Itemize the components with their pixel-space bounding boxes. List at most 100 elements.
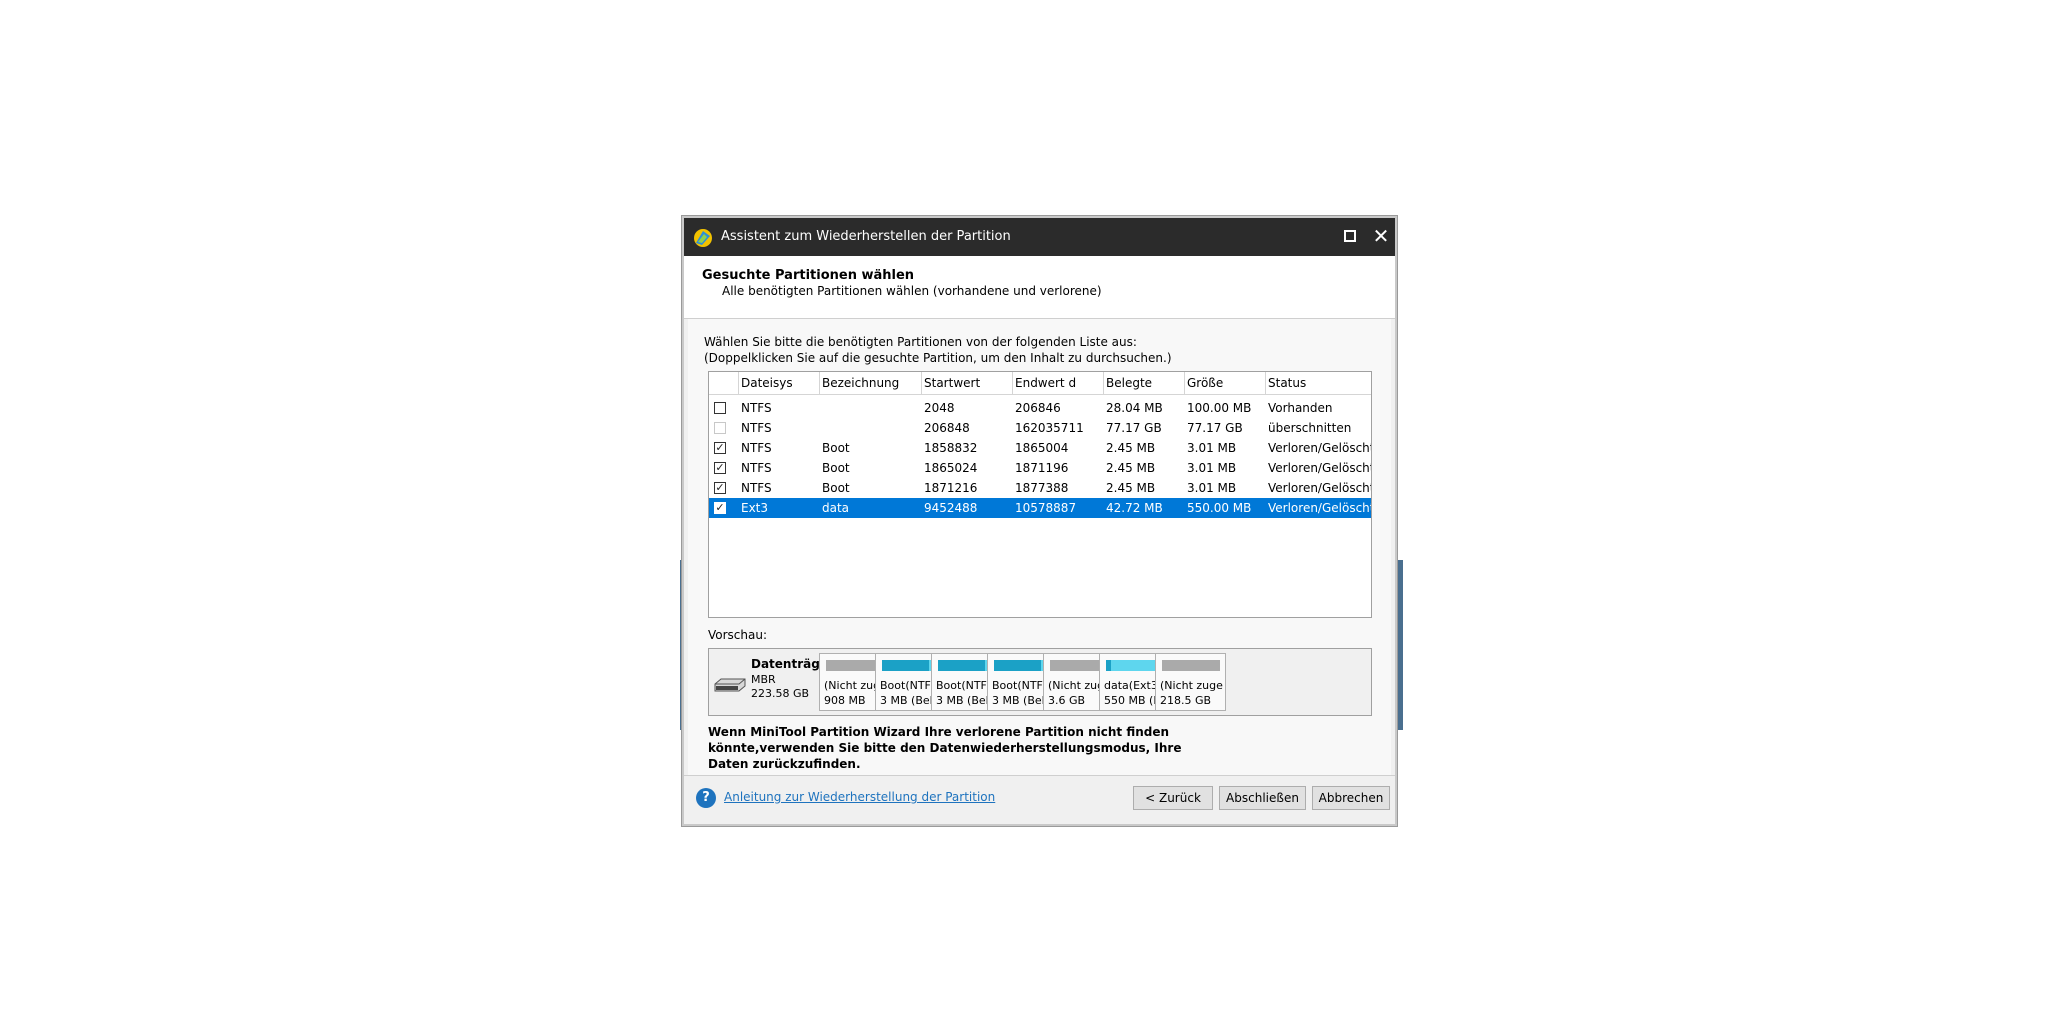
table-row[interactable]: ✓ NTFS Boot 1858832 1865004 2.45 MB 3.01 MB Ver… xyxy=(709,438,1371,458)
cell-filesystem: NTFS xyxy=(741,421,772,435)
partition-name: Boot(NTFS xyxy=(880,679,938,692)
partition-name: (Nicht zuge xyxy=(1160,679,1223,692)
row-checkbox[interactable]: ✓ xyxy=(714,502,726,514)
partition-name: data(Ext3) xyxy=(1104,679,1163,692)
row-checkbox xyxy=(714,422,726,434)
cell-used: 42.72 MB xyxy=(1106,501,1163,515)
cell-filesystem: NTFS xyxy=(741,441,772,455)
column-header-size[interactable]: Größe xyxy=(1185,372,1266,394)
partition-usage-fill xyxy=(938,660,985,671)
cell-size: 550.00 MB xyxy=(1187,501,1252,515)
preview-label: Vorschau: xyxy=(708,628,768,642)
cell-end: 1877388 xyxy=(1015,481,1069,495)
partition-size: 3.6 GB xyxy=(1048,694,1086,707)
row-checkbox[interactable]: ✓ xyxy=(714,462,726,474)
partition-size: 218.5 GB xyxy=(1160,694,1212,707)
cell-used: 2.45 MB xyxy=(1106,481,1156,495)
column-header-status[interactable]: Status xyxy=(1266,372,1371,394)
close-icon[interactable]: ✕ xyxy=(1370,224,1392,248)
table-row[interactable]: ✓ NTFS Boot 1871216 1877388 2.45 MB 3.01 MB Ver… xyxy=(709,478,1371,498)
cell-end: 206846 xyxy=(1015,401,1061,415)
cell-status: Verloren/Gelöscht xyxy=(1268,501,1371,515)
column-header-used[interactable]: Belegte xyxy=(1104,372,1185,394)
finish-button[interactable]: Abschließen xyxy=(1219,786,1306,810)
cell-end: 10578887 xyxy=(1015,501,1077,515)
cell-used: 2.45 MB xyxy=(1106,461,1156,475)
cell-end: 162035711 xyxy=(1015,421,1084,435)
partition-size: 908 MB xyxy=(824,694,866,707)
cell-filesystem: NTFS xyxy=(741,401,772,415)
cell-status: Vorhanden xyxy=(1268,401,1333,415)
cell-start: 1871216 xyxy=(924,481,978,495)
list-header: Dateisys Bezeichnung Startwert Endwert d… xyxy=(709,372,1371,395)
table-row[interactable]: NTFS 206848 162035711 77.17 GB 77.17 GB übers… xyxy=(709,418,1371,438)
disk-size: 223.58 GB xyxy=(751,687,810,700)
cell-status: überschnitten xyxy=(1268,421,1352,435)
cell-size: 3.01 MB xyxy=(1187,461,1237,475)
partition-list[interactable]: Dateisys Bezeichnung Startwert Endwert d… xyxy=(708,371,1372,618)
cell-filesystem: NTFS xyxy=(741,461,772,475)
back-button[interactable]: < Zurück xyxy=(1133,786,1213,810)
cell-size: 77.17 GB xyxy=(1187,421,1243,435)
cell-label: Boot xyxy=(822,481,850,495)
header-title: Gesuchte Partitionen wählen xyxy=(702,268,915,283)
partition-name: Boot(NTFS xyxy=(936,679,994,692)
maximize-icon[interactable] xyxy=(1344,230,1356,242)
cell-label xyxy=(820,398,922,418)
row-checkbox[interactable]: ✓ xyxy=(714,442,726,454)
row-checkbox[interactable] xyxy=(714,402,726,414)
disk-map: Datenträger:3 MBR 223.58 GB (Nicht zuge 9… xyxy=(708,648,1372,716)
table-row[interactable]: NTFS 2048 206846 28.04 MB 100.00 MB Vorhanden xyxy=(709,398,1371,418)
cell-start: 206848 xyxy=(924,421,970,435)
cell-status: Verloren/Gelöscht xyxy=(1268,441,1371,455)
instruction-line-1: Wählen Sie bitte die benötigten Partitio… xyxy=(704,335,1137,349)
cancel-button[interactable]: Abbrechen xyxy=(1312,786,1390,810)
row-checkbox[interactable]: ✓ xyxy=(714,482,726,494)
cell-label: Boot xyxy=(822,461,850,475)
partition-recovery-dialog: Assistent zum Wiederherstellen der Parti… xyxy=(682,216,1397,826)
cell-used: 77.17 GB xyxy=(1106,421,1162,435)
cell-start: 1858832 xyxy=(924,441,978,455)
cell-end: 1871196 xyxy=(1015,461,1069,475)
cell-filesystem: NTFS xyxy=(741,481,772,495)
partition-usage-fill xyxy=(1106,660,1111,671)
column-header-end[interactable]: Endwert d xyxy=(1013,372,1104,394)
table-row[interactable]: ✓ NTFS Boot 1865024 1871196 2.45 MB 3.01 MB Ver… xyxy=(709,458,1371,478)
column-header-check[interactable] xyxy=(709,372,739,394)
background-window-edge-right xyxy=(1397,560,1403,730)
cell-size: 3.01 MB xyxy=(1187,481,1237,495)
disk-partition-block[interactable]: (Nicht zuge 218.5 GB xyxy=(1155,653,1226,711)
partition-name: Boot(NTFS xyxy=(992,679,1050,692)
app-icon xyxy=(694,229,712,247)
disk-type: MBR xyxy=(751,673,776,686)
cell-size: 3.01 MB xyxy=(1187,441,1237,455)
cell-end: 1865004 xyxy=(1015,441,1069,455)
cell-start: 1865024 xyxy=(924,461,978,475)
header-subtitle: Alle benötigten Partitionen wählen (vorh… xyxy=(722,284,1102,298)
help-icon[interactable]: ? xyxy=(696,788,716,808)
cell-status: Verloren/Gelöscht xyxy=(1268,461,1371,475)
column-header-label[interactable]: Bezeichnung xyxy=(820,372,922,394)
hard-disk-icon xyxy=(714,678,746,692)
cell-used: 2.45 MB xyxy=(1106,441,1156,455)
cell-start: 2048 xyxy=(924,401,955,415)
cell-label: data xyxy=(822,501,850,515)
cell-status: Verloren/Gelöscht xyxy=(1268,481,1371,495)
dialog-footer: ? Anleitung zur Wiederherstellung der Pa… xyxy=(684,775,1395,824)
partition-usage-fill xyxy=(882,660,929,671)
cell-label xyxy=(820,418,922,438)
window-title: Assistent zum Wiederherstellen der Parti… xyxy=(721,229,1011,244)
cell-filesystem: Ext3 xyxy=(741,501,769,515)
cell-used: 28.04 MB xyxy=(1106,401,1163,415)
warning-text: Wenn MiniTool Partition Wizard Ihre verl… xyxy=(708,725,1182,771)
partition-usage-fill xyxy=(994,660,1041,671)
cell-label: Boot xyxy=(822,441,850,455)
column-header-start[interactable]: Startwert xyxy=(922,372,1013,394)
partition-usage-bar xyxy=(1162,660,1220,671)
wizard-header: Gesuchte Partitionen wählen Alle benötig… xyxy=(684,256,1395,319)
table-row[interactable]: ✓ Ext3 data 9452488 10578887 42.72 MB 550.00 M… xyxy=(709,498,1371,518)
title-bar[interactable]: Assistent zum Wiederherstellen der Parti… xyxy=(684,218,1395,256)
help-link[interactable]: Anleitung zur Wiederherstellung der Part… xyxy=(724,790,995,804)
column-header-filesystem[interactable]: Dateisys xyxy=(739,372,820,394)
cell-start: 9452488 xyxy=(924,501,978,515)
